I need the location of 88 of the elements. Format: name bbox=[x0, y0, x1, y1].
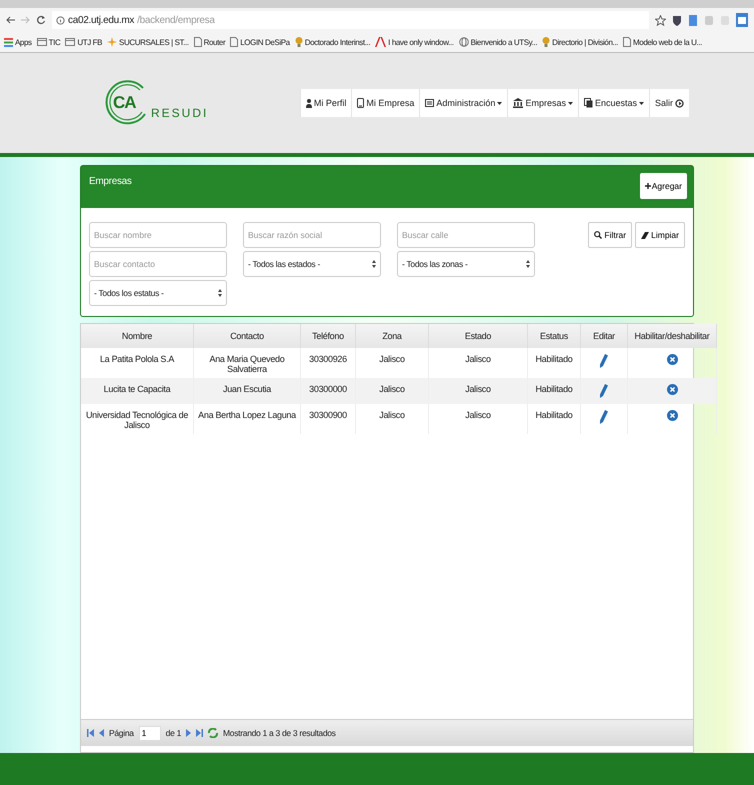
column-header[interactable]: Habilitar/deshabilitar bbox=[628, 324, 716, 348]
pencil-icon[interactable] bbox=[600, 384, 608, 398]
remove-icon[interactable] bbox=[666, 410, 678, 421]
globe-icon bbox=[458, 37, 469, 47]
column-header[interactable]: Nombre bbox=[81, 324, 194, 348]
table-cell: Jalisco bbox=[356, 404, 428, 434]
table-cell: Habilitado bbox=[528, 404, 580, 434]
search-field[interactable]: Buscar calle bbox=[397, 222, 535, 248]
table-cell: Lucita te Capacita bbox=[81, 378, 194, 404]
bookmark-item[interactable]: UTJ FB bbox=[65, 38, 102, 46]
dropdown[interactable]: - Todos las estados - bbox=[243, 251, 381, 277]
table-cell: Juan Escutia bbox=[194, 378, 300, 404]
column-header[interactable]: Contacto bbox=[194, 324, 300, 348]
bulb-icon bbox=[294, 37, 303, 47]
nav-menu-item[interactable]: Salir bbox=[648, 89, 689, 117]
page-input[interactable]: 1 bbox=[138, 726, 161, 740]
pencil-icon[interactable] bbox=[600, 410, 608, 424]
copy-icon bbox=[584, 98, 593, 108]
previous-page-icon[interactable] bbox=[99, 729, 104, 737]
page-icon bbox=[623, 37, 631, 47]
info-icon bbox=[56, 16, 65, 24]
folder-icon bbox=[65, 38, 76, 46]
star-icon[interactable] bbox=[655, 14, 666, 26]
table-cell: Jalisco bbox=[356, 378, 428, 404]
column-header[interactable]: Teléfono bbox=[300, 324, 356, 348]
search-field[interactable]: Buscar nombre bbox=[89, 222, 227, 248]
table-cell: Ana Bertha Lopez Laguna bbox=[194, 404, 300, 434]
bookmark-item[interactable]: Bienvenido a UTSy... bbox=[458, 37, 538, 47]
clear-button[interactable]: Limpiar bbox=[635, 222, 685, 248]
last-page-icon[interactable] bbox=[196, 729, 204, 737]
search-field[interactable]: Buscar razón social bbox=[243, 222, 381, 248]
table-cell: 30300900 bbox=[300, 404, 356, 434]
bulb-icon bbox=[542, 37, 550, 47]
column-header[interactable]: Zona bbox=[356, 324, 428, 348]
bookmark-item[interactable]: Modelo web de la U... bbox=[623, 37, 702, 47]
results-summary: Mostrando 1 a 3 de 3 resultados bbox=[223, 728, 336, 738]
table-cell: Universidad Tecnológica de Jalisco bbox=[81, 404, 194, 434]
folder-icon bbox=[36, 38, 47, 46]
next-page-icon[interactable] bbox=[186, 729, 192, 737]
apps-icon bbox=[4, 38, 13, 46]
bookmark-item[interactable]: Doctorado Interinst... bbox=[294, 37, 370, 47]
table-cell: Habilitado bbox=[528, 378, 580, 404]
column-header[interactable]: Editar bbox=[580, 324, 628, 348]
remove-icon[interactable] bbox=[666, 384, 678, 395]
updown-icon bbox=[526, 260, 530, 268]
panel-title: Empresas bbox=[89, 176, 132, 187]
address-bar[interactable]: ca02.utj.edu.mx /backend/empresa bbox=[52, 11, 649, 29]
dropdown[interactable]: - Todos las zonas - bbox=[397, 251, 535, 277]
page-label: Página bbox=[109, 728, 134, 738]
bookmark-item[interactable]: Router bbox=[194, 37, 226, 47]
page-icon bbox=[230, 37, 238, 47]
shield-icon[interactable] bbox=[672, 14, 682, 26]
plus-icon bbox=[644, 183, 651, 189]
bank-icon bbox=[513, 98, 524, 108]
bookmark-item[interactable]: TIC bbox=[36, 38, 60, 46]
filter-button[interactable]: Filtrar bbox=[588, 222, 632, 248]
bookmark-item[interactable]: LOGIN DeSiPa bbox=[230, 37, 290, 47]
table-cell: 30300000 bbox=[300, 378, 356, 404]
column-header[interactable]: Estado bbox=[428, 324, 528, 348]
logo[interactable]: CA RESUDI bbox=[105, 78, 209, 128]
reload-icon[interactable] bbox=[36, 15, 46, 25]
sparkle-icon bbox=[107, 37, 118, 47]
column-header[interactable]: Estatus bbox=[528, 324, 580, 348]
dropdown[interactable]: - Todos los estatus - bbox=[89, 280, 227, 306]
bookmark-item[interactable]: SUCURSALES | ST... bbox=[107, 37, 189, 47]
updown-icon bbox=[372, 260, 376, 268]
triangle-logo-icon bbox=[375, 37, 386, 47]
exit-icon bbox=[675, 98, 684, 108]
remove-icon[interactable] bbox=[666, 354, 678, 365]
search-icon bbox=[594, 231, 602, 239]
back-icon[interactable] bbox=[6, 16, 15, 24]
page-count: de 1 bbox=[166, 728, 182, 738]
table-cell: Jalisco bbox=[428, 404, 528, 434]
updown-icon bbox=[218, 289, 222, 297]
eraser-icon bbox=[641, 232, 650, 238]
bookmark-item[interactable]: Directorio | División... bbox=[542, 37, 618, 47]
user-icon bbox=[306, 98, 312, 108]
search-field[interactable]: Buscar contacto bbox=[89, 251, 227, 277]
table-cell: Jalisco bbox=[428, 378, 528, 404]
list-icon bbox=[425, 99, 434, 107]
first-page-icon[interactable] bbox=[87, 729, 94, 737]
page-icon bbox=[194, 37, 202, 47]
bookmark-item[interactable]: Apps bbox=[4, 38, 32, 46]
refresh-icon[interactable] bbox=[208, 728, 218, 738]
pencil-icon[interactable] bbox=[600, 354, 608, 368]
add-button[interactable]: Agregar bbox=[640, 173, 687, 199]
phone-icon bbox=[357, 98, 364, 108]
bookmark-item[interactable]: I have only window... bbox=[375, 37, 454, 47]
